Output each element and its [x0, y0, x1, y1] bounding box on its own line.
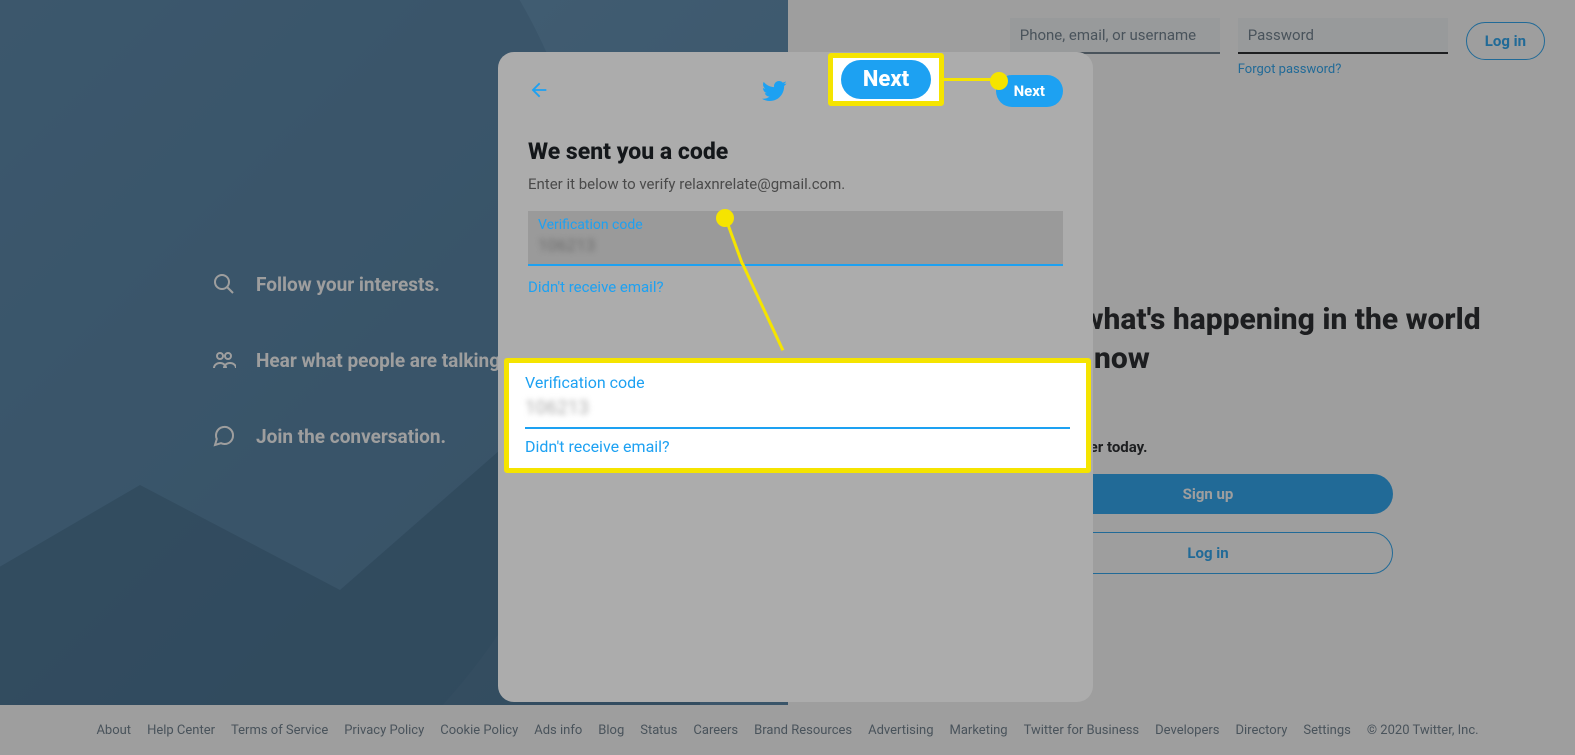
modal-header: Next: [528, 66, 1063, 116]
annotation-resend-link: Didn't receive email?: [525, 437, 1070, 456]
annotation-input-value: 106213: [525, 396, 1070, 419]
modal-subtitle: Enter it below to verify relaxnrelate@gm…: [528, 175, 1063, 193]
annotation-dot: [990, 72, 1008, 90]
annotation-input-callout: Verification code 106213 Didn't receive …: [504, 358, 1091, 473]
verification-code-input[interactable]: Verification code 106213: [528, 211, 1063, 266]
annotation-next-callout: Next: [828, 53, 944, 106]
annotation-line: [944, 78, 994, 81]
modal-title: We sent you a code: [528, 138, 1063, 165]
back-arrow-icon[interactable]: [528, 79, 552, 103]
annotation-dot: [716, 209, 734, 227]
input-value: 106213: [538, 236, 1053, 256]
annotation-input-label: Verification code: [525, 373, 1070, 392]
input-label: Verification code: [538, 217, 1053, 233]
resend-email-link[interactable]: Didn't receive email?: [528, 278, 664, 296]
annotation-next-button: Next: [841, 60, 931, 99]
twitter-bird-icon: [761, 78, 787, 104]
